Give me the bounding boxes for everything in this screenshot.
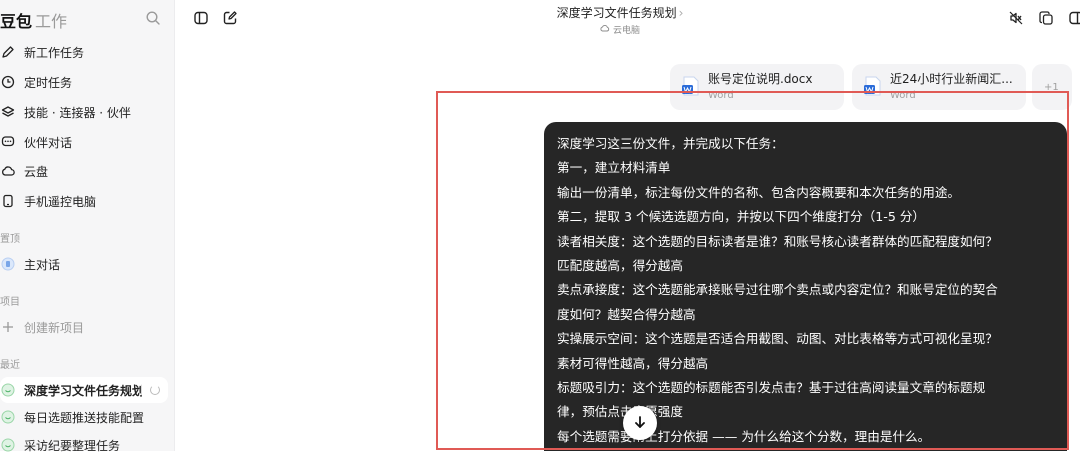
nav-label: 技能 · 连接器 · 伙伴	[24, 105, 131, 120]
recent-item[interactable]: 采访纪要整理任务	[0, 434, 120, 456]
cloud-icon	[0, 163, 16, 179]
attachment-type: Word	[708, 90, 734, 101]
nav-label: 手机遥控电脑	[24, 194, 97, 209]
nav-new-task[interactable]: 新工作任务	[0, 41, 84, 63]
chat-avatar-icon	[0, 409, 16, 425]
search-icon[interactable]	[145, 10, 161, 26]
nav-label: 伙伴对话	[24, 135, 73, 150]
conversation-title[interactable]: 深度学习文件任务规划 ›	[520, 4, 720, 21]
edit-icon	[0, 44, 16, 60]
loading-spinner-icon	[150, 385, 160, 395]
toggle-sidebar-icon[interactable]	[193, 10, 209, 26]
location-indicator: 云电脑	[520, 23, 720, 36]
recent-section-label: 最近	[0, 360, 20, 371]
message-line: 标题吸引力：这个选题的标题能否引发点击？基于过往高阅读量文章的标题规	[557, 380, 986, 396]
clock-icon	[0, 74, 16, 90]
panel-icon[interactable]	[1068, 10, 1080, 26]
chat-avatar-icon	[0, 382, 16, 398]
message-line: 素材可得性越高，得分越高	[557, 355, 709, 371]
location-label: 云电脑	[612, 26, 640, 36]
attachment-name: 近24小时行业新闻汇...	[890, 72, 1013, 86]
word-file-icon	[864, 76, 882, 96]
message-line: 卖点承接度：这个选题能承接账号过往哪个卖点或内容定位？和账号定位的契合	[557, 282, 998, 298]
chat-bubble-icon	[0, 134, 16, 150]
conversation-header[interactable]: 深度学习文件任务规划 › 云电脑	[520, 4, 720, 36]
mute-speaker-icon[interactable]	[1008, 10, 1024, 26]
attachment-card[interactable]: 账号定位说明.docx Word	[670, 64, 844, 110]
nav-label: 定时任务	[24, 75, 73, 90]
phone-icon	[0, 193, 16, 209]
user-message-bubble: 深度学习这三份文件，并完成以下任务： 第一，建立材料清单 输出一份清单，标注每份…	[544, 122, 1067, 451]
more-attachments-button[interactable]: +1	[1032, 64, 1072, 110]
arrow-down-icon	[633, 414, 647, 433]
recent-item-label: 每日选题推送技能配置	[24, 410, 145, 425]
new-chat-icon[interactable]	[222, 10, 238, 26]
word-file-icon	[682, 76, 700, 96]
message-line: 度如何？越契合得分越高	[557, 306, 696, 322]
recent-item-label: 深度学习文件任务规划	[24, 383, 142, 398]
attachment-card[interactable]: 近24小时行业新闻汇... Word	[852, 64, 1026, 110]
nav-cloud-drive[interactable]: 云盘	[0, 160, 48, 182]
copy-icon[interactable]	[1038, 10, 1054, 26]
recent-item-active[interactable]: 深度学习文件任务规划	[0, 377, 168, 403]
cloud-icon	[600, 24, 610, 35]
message-line: 第一，建立材料清单	[557, 160, 671, 176]
message-line: 实操展示空间：这个选题是否适合用截图、动图、对比表格等方式可视化呈现？	[557, 331, 998, 347]
attachment-name: 账号定位说明.docx	[708, 72, 813, 86]
message-line: 第二，提取 3 个候选选题方向，并按以下四个维度打分（1-5 分）	[557, 209, 926, 225]
nav-label: 新工作任务	[24, 45, 85, 60]
nav-label: 创建新项目	[24, 320, 85, 335]
create-project-button[interactable]: 创建新项目	[0, 316, 84, 338]
nav-partner-chat[interactable]: 伙伴对话	[0, 131, 72, 153]
main-chat-avatar-icon	[0, 256, 16, 272]
nav-skills-connectors[interactable]: 技能 · 连接器 · 伙伴	[0, 101, 131, 123]
message-line: 输出一份清单，标注每份文件的名称、包含内容概要和本次任务的用途。	[557, 184, 960, 200]
projects-section-label: 项目	[0, 297, 20, 308]
nav-phone-remote[interactable]: 手机遥控电脑	[0, 190, 96, 212]
app-brand: 豆包 工作	[0, 12, 68, 31]
recent-item[interactable]: 每日选题推送技能配置	[0, 406, 144, 428]
message-line: 深度学习这三份文件，并完成以下任务：	[557, 136, 784, 151]
scroll-to-bottom-button[interactable]	[623, 406, 657, 440]
nav-label: 主对话	[24, 257, 61, 272]
message-line: 匹配度越高，得分越高	[557, 258, 683, 274]
sidebar: 豆包 工作 新工作任务 定时任务 技能 · 连接器 · 伙伴 伙伴对话 云盘 手机…	[0, 0, 175, 453]
plus-icon	[0, 319, 16, 335]
pinned-section-label: 置顶	[0, 234, 20, 245]
nav-label: 云盘	[24, 164, 49, 179]
nav-scheduled-tasks[interactable]: 定时任务	[0, 71, 72, 93]
attachment-type: Word	[890, 90, 916, 101]
pinned-main-chat[interactable]: 主对话	[0, 253, 60, 275]
message-line: 读者相关度：这个选题的目标读者是谁？和账号核心读者群体的匹配程度如何？	[557, 233, 998, 249]
layers-icon	[0, 104, 16, 120]
